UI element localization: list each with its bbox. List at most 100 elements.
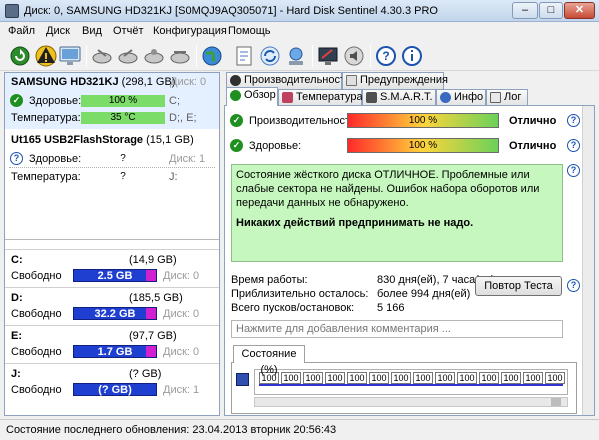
disk-entry[interactable]: Ut165 USB2FlashStorage (15,1 GB) ? Здоро… [5, 131, 219, 187]
tab-status-percent[interactable]: Состояние (%) [233, 345, 305, 376]
disk-list-panel: SAMSUNG HD321KJ (298,1 GB) Диск: 0 ✓ Здо… [4, 72, 220, 416]
settings-monitor-icon[interactable] [316, 44, 340, 68]
menu-disk[interactable]: Диск [46, 25, 70, 37]
tab-info[interactable]: Инфо [436, 89, 486, 106]
menu-bar: Файл Диск Вид Отчёт Конфигурация Помощь [0, 22, 599, 41]
tab-label: Обзор [244, 89, 276, 101]
temperature-value: ? [120, 171, 126, 182]
free-label: Свободно [11, 270, 62, 282]
data-label: 100 [435, 372, 455, 384]
sync-icon[interactable] [258, 44, 282, 68]
temperature-suffix: J: [169, 171, 178, 183]
data-label: 100 [479, 372, 499, 384]
comment-input[interactable]: Нажмите для добавления комментария ... [231, 320, 563, 338]
tab-log[interactable]: Лог [486, 89, 528, 106]
data-label: 100 [501, 372, 521, 384]
free-label: Свободно [11, 308, 62, 320]
minimize-button[interactable]: – [512, 2, 538, 19]
data-label: 100 [347, 372, 367, 384]
disk-info-icon[interactable] [168, 44, 192, 68]
remaining-row: Приблизительно осталось: более 994 дня(е… [231, 288, 481, 302]
status-bar: Состояние последнего обновления: 23.04.2… [0, 419, 599, 440]
uptime-row: Время работы: 830 дня(ей), 7 часа(ов) [231, 274, 495, 288]
vertical-scrollbar[interactable] [582, 106, 594, 415]
monitor-icon[interactable] [58, 44, 82, 68]
title-bar: Диск: 0, SAMSUNG HD321KJ [S0MQJ9AQ305071… [0, 0, 599, 22]
disk-check-icon[interactable] [142, 44, 166, 68]
health-value: ? [120, 153, 126, 164]
volume-letter: C: [11, 254, 23, 266]
tab-smart[interactable]: S.M.A.R.T. [362, 89, 436, 106]
details-panel: Производительность Предупреждения Обзор … [224, 72, 595, 416]
volume-entry[interactable]: C: (14,9 GB) Свободно 2.5 GB Диск: 0 [5, 249, 219, 287]
menu-view[interactable]: Вид [82, 25, 102, 37]
tab-warnings[interactable]: Предупреждения [342, 72, 448, 89]
disk-entry-selected[interactable]: SAMSUNG HD321KJ (298,1 GB) Диск: 0 ✓ Здо… [5, 73, 219, 129]
toolbar: ? [0, 41, 599, 71]
help-icon[interactable]: ? [567, 139, 580, 152]
ok-icon: ✓ [230, 139, 243, 152]
disk-name: Ut165 USB2FlashStorage [11, 134, 144, 146]
document-icon[interactable] [232, 44, 256, 68]
volume-size: (185,5 GB) [129, 292, 183, 304]
menu-report[interactable]: Отчёт [113, 25, 143, 37]
window-title: Диск: 0, SAMSUNG HD321KJ [S0MQJ9AQ305071… [24, 5, 438, 17]
tab-label: Инфо [454, 91, 484, 103]
refresh-icon[interactable] [8, 44, 32, 68]
ok-icon: ✓ [10, 94, 23, 107]
speaker-icon[interactable] [342, 44, 366, 68]
save-icon[interactable] [236, 373, 249, 386]
menu-configuration[interactable]: Конфигурация [153, 25, 227, 37]
globe-icon[interactable] [200, 44, 224, 68]
health-line [259, 384, 563, 386]
alert-icon[interactable] [34, 44, 58, 68]
performance-label: Производительность: [249, 115, 359, 127]
log-icon [490, 92, 501, 103]
tab-temperature[interactable]: Температура [278, 89, 363, 106]
retest-button[interactable]: Повтор Теста [475, 276, 562, 296]
performance-row: ✓ Производительность: 100 % Отлично ? [225, 112, 595, 130]
data-label: 100 [545, 372, 565, 384]
test-icon[interactable] [90, 44, 114, 68]
surface-test-icon[interactable] [116, 44, 140, 68]
warning-icon [346, 75, 357, 86]
info-icon[interactable] [400, 44, 424, 68]
data-label: 100 [303, 372, 323, 384]
tab-label: Лог [504, 91, 522, 103]
tab-overview[interactable]: Обзор [226, 87, 278, 106]
ok-icon: ✓ [230, 114, 243, 127]
help-icon[interactable]: ? [567, 164, 580, 177]
network-icon[interactable] [284, 44, 308, 68]
help-icon[interactable]: ? [374, 44, 398, 68]
health-label: Здоровье: [29, 95, 82, 107]
maximize-button[interactable]: □ [539, 2, 563, 19]
free-space-value: 1.7 GB [97, 346, 133, 358]
menu-file[interactable]: Файл [8, 25, 35, 37]
volume-entry[interactable]: J: (? GB) Свободно (? GB) Диск: 1 [5, 363, 219, 401]
horizontal-scrollbar[interactable] [254, 397, 568, 407]
help-icon[interactable]: ? [567, 279, 580, 292]
health-label: Здоровье: [29, 153, 82, 165]
volume-letter: D: [11, 292, 23, 304]
tab-label: S.M.A.R.T. [380, 91, 433, 103]
temperature-label: Температура: [11, 171, 81, 183]
free-space-value: 32.2 GB [94, 308, 136, 320]
volume-size: (97,7 GB) [129, 330, 177, 342]
speedometer-icon [230, 75, 241, 86]
help-icon[interactable]: ? [567, 114, 580, 127]
volume-entry[interactable]: E: (97,7 GB) Свободно 1.7 GB Диск: 0 [5, 325, 219, 363]
health-value: 100 % [81, 95, 165, 107]
used-marker [146, 308, 156, 319]
starts-label: Всего пусков/остановок: [231, 302, 355, 314]
status-history-panel: 100 100 100 100 100 100 100 100 100 100 100 100 100 1… [231, 362, 577, 414]
health-label: Здоровье: [249, 140, 302, 152]
close-button[interactable]: ✕ [564, 2, 595, 19]
disk-index: Диск: 1 [169, 153, 206, 165]
data-label: 100 [369, 372, 389, 384]
volume-entry[interactable]: D: (185,5 GB) Свободно 32.2 GB Диск: 0 [5, 287, 219, 325]
free-label: Свободно [11, 346, 62, 358]
menu-help[interactable]: Помощь [228, 25, 271, 37]
scroll-thumb[interactable] [551, 398, 561, 406]
free-space-bar: 1.7 GB [73, 345, 157, 358]
toolbar-separator [312, 45, 313, 67]
